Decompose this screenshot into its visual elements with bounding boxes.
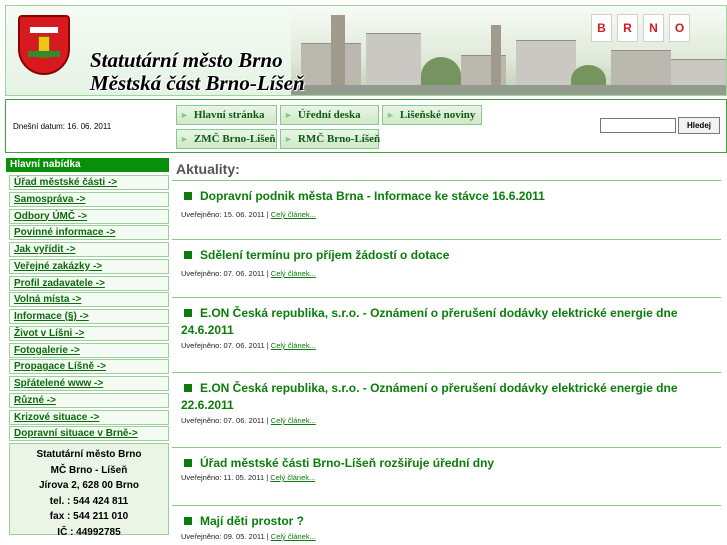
sidebar-item-volna-mista[interactable]: Volná místa ->: [9, 292, 169, 308]
news-title[interactable]: Úřad městské části Brno-Líšeň rozšiřuje …: [181, 455, 711, 472]
nav-button-zmc[interactable]: ► ZMČ Brno-Líšeň: [176, 129, 277, 149]
news-title[interactable]: Mají děti prostor ?: [181, 513, 711, 530]
sidebar-item-krizove-situace[interactable]: Krizové situace ->: [9, 409, 169, 425]
search-button[interactable]: Hledej: [678, 117, 720, 134]
sidebar-item-spratelene-www[interactable]: Spřátelené www ->: [9, 376, 169, 391]
read-more-link[interactable]: Celý článek...: [271, 532, 316, 541]
sidebar-item-jak-vyridit[interactable]: Jak vyřídit ->: [9, 242, 169, 257]
news-title[interactable]: E.ON Česká republika, s.r.o. - Oznámení …: [181, 380, 711, 414]
brno-logo: B R N O: [591, 14, 723, 44]
site-title-line2: Městská část Brno-Líšeň: [90, 71, 305, 95]
news-meta: Uveřejněno: 15. 06. 2011 | Celý článek..…: [181, 210, 316, 219]
news-title[interactable]: Sdělení termínu pro příjem žádostí o dot…: [181, 247, 711, 264]
news-meta: Uveřejněno: 09. 05. 2011 | Celý článek..…: [181, 532, 316, 541]
arrow-right-icon: ►: [180, 110, 189, 120]
news-title[interactable]: Dopravní podnik města Brna - Informace k…: [181, 188, 711, 205]
sidebar-item-odbory[interactable]: Odbory ÚMČ ->: [9, 208, 169, 224]
news-published: Uveřejněno: 07. 06. 2011: [181, 269, 265, 278]
arrow-right-icon: ►: [284, 134, 293, 144]
address-line: Jírova 2, 628 00 Brno: [38, 480, 140, 492]
read-more-link[interactable]: Celý článek...: [271, 269, 316, 278]
news-title[interactable]: E.ON Česká republika, s.r.o. - Oznámení …: [181, 305, 711, 339]
news-published: Uveřejněno: 11. 05. 2011: [181, 473, 265, 482]
sidebar-item-ruzne[interactable]: Různé ->: [9, 392, 169, 408]
sidebar-title: Hlavní nabídka: [6, 158, 169, 172]
top-navigation: Dnešní datum: 16. 06. 2011 ► Hlavní strá…: [5, 99, 727, 153]
header-banner: Statutární město Brno Městská část Brno-…: [5, 5, 727, 96]
arrow-right-icon: ►: [180, 134, 189, 144]
nav-button-rmc[interactable]: ► RMČ Brno-Líšeň: [280, 129, 381, 149]
sidebar-item-povinne-informace[interactable]: Povinné informace ->: [9, 225, 169, 241]
arrow-right-icon: ►: [386, 110, 395, 120]
logo-letter-o: O: [669, 14, 690, 42]
nav-button-label: Hlavní stránka: [193, 109, 265, 121]
sidebar-item-dopravni-situace[interactable]: Dopravní situace v Brně->: [9, 426, 169, 442]
contact-address: Statutární město Brno MČ Brno - Líšeň Jí…: [9, 443, 169, 538]
address-line: tel. : 544 424 811: [49, 495, 129, 507]
news-published: Uveřejněno: 09. 05. 2011: [181, 532, 265, 541]
sidebar-item-samosprava[interactable]: Samospráva ->: [9, 191, 169, 207]
search-input[interactable]: [600, 118, 676, 133]
sidebar-item-propagace[interactable]: Propagace Líšně ->: [9, 359, 169, 375]
news-meta: Uveřejněno: 11. 05. 2011 | Celý článek..…: [181, 473, 316, 482]
nav-button-label: Úřední deska: [297, 109, 361, 121]
sidebar-item-informace[interactable]: Informace (§) ->: [9, 309, 169, 324]
site-title-line1: Statutární město Brno: [90, 48, 283, 72]
address-line: MČ Brno - Líšeň: [50, 464, 128, 476]
nav-button-hlavni-stranka[interactable]: ► Hlavní stránka: [176, 105, 277, 125]
arrow-right-icon: ►: [284, 110, 293, 120]
nav-button-label: ZMČ Brno-Líšeň: [193, 133, 276, 145]
news-published: Uveřejněno: 07. 06. 2011: [181, 341, 265, 350]
read-more-link[interactable]: Celý článek...: [271, 210, 316, 219]
sidebar-item-urad[interactable]: Úřad městské části ->: [9, 175, 169, 190]
address-line: Statutární město Brno: [36, 449, 142, 461]
sidebar-item-zivot-v-lisni[interactable]: Život v Líšni ->: [9, 325, 169, 341]
nav-button-lisenske-noviny[interactable]: ► Lišeňské noviny: [382, 105, 482, 125]
read-more-link[interactable]: Celý článek...: [271, 416, 316, 425]
nav-button-uredni-deska[interactable]: ► Úřední deska: [280, 105, 379, 125]
sidebar-item-fotogalerie[interactable]: Fotogalerie ->: [9, 342, 169, 358]
address-line: fax : 544 211 010: [49, 511, 129, 523]
news-meta: Uveřejněno: 07. 06. 2011 | Celý článek..…: [181, 269, 316, 278]
coat-of-arms-icon: [18, 15, 70, 75]
sidebar: Hlavní nabídka Úřad městské části -> Sam…: [6, 158, 169, 545]
main-menu: Úřad městské části -> Samospráva -> Odbo…: [9, 175, 169, 442]
logo-letter-b: B: [591, 14, 612, 42]
nav-button-label: RMČ Brno-Líšeň: [297, 133, 381, 145]
current-date: Dnešní datum: 16. 06. 2011: [13, 122, 112, 131]
read-more-link[interactable]: Celý článek...: [270, 473, 315, 482]
news-published: Uveřejněno: 07. 06. 2011: [181, 416, 265, 425]
nav-button-label: Lišeňské noviny: [399, 109, 476, 121]
sidebar-item-verejne-zakazky[interactable]: Veřejné zakázky ->: [9, 258, 169, 274]
main-content: Aktuality: Dopravní podnik města Brna - …: [172, 158, 727, 545]
logo-letter-n: N: [643, 14, 664, 42]
sidebar-item-profil-zadavatele[interactable]: Profil zadavatele ->: [9, 275, 169, 291]
news-published: Uveřejněno: 15. 06. 2011: [181, 210, 265, 219]
news-heading: Aktuality:: [176, 161, 240, 177]
logo-letter-r: R: [617, 14, 638, 42]
address-line: IČ : 44992785: [57, 526, 121, 538]
news-meta: Uveřejněno: 07. 06. 2011 | Celý článek..…: [181, 416, 316, 425]
news-meta: Uveřejněno: 07. 06. 2011 | Celý článek..…: [181, 341, 316, 350]
read-more-link[interactable]: Celý článek...: [271, 341, 316, 350]
